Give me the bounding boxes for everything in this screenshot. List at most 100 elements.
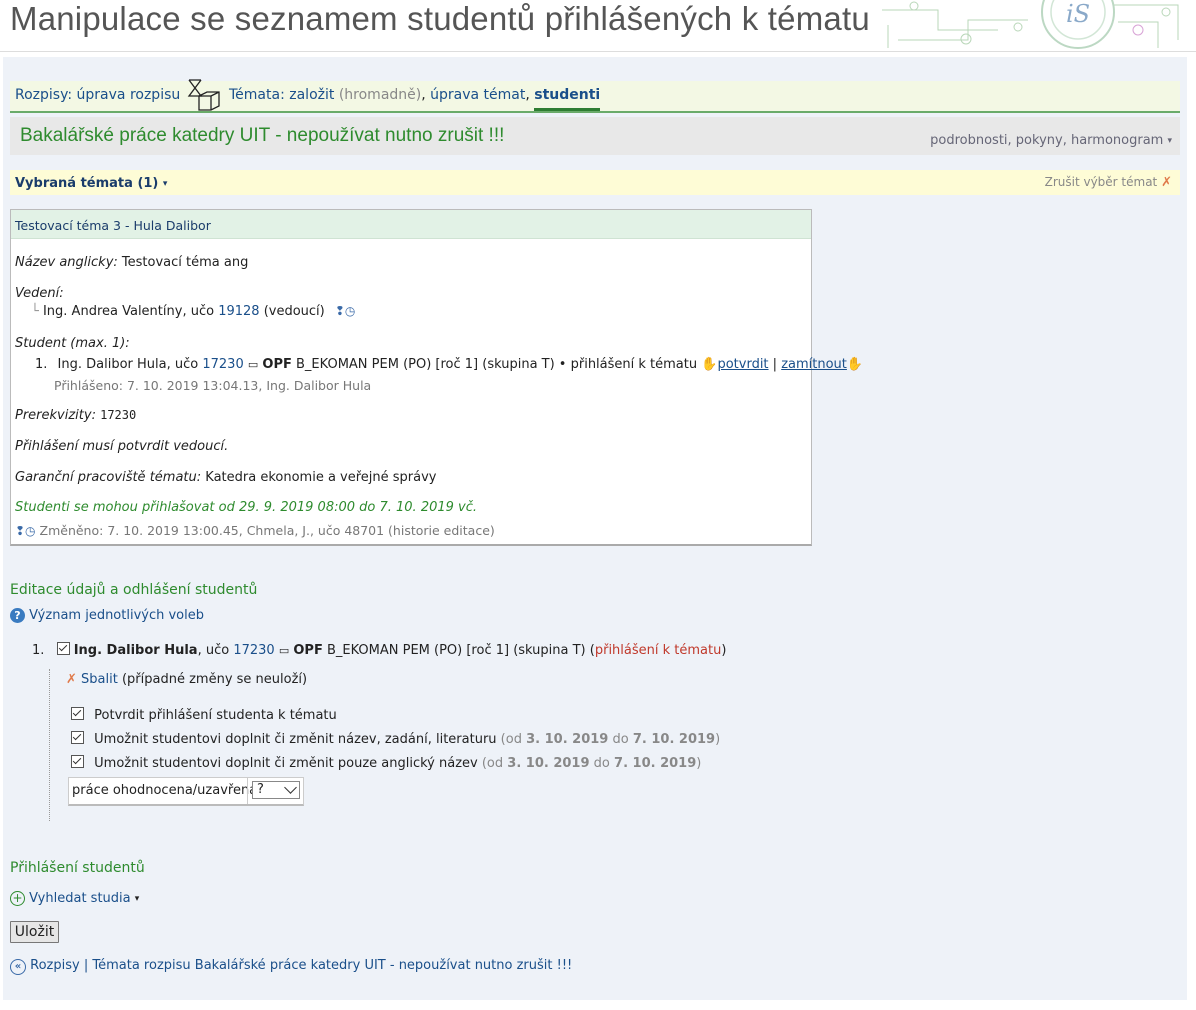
- nav-rozpisy: Rozpisy: úprava rozpisu: [15, 87, 180, 103]
- edit-student-name: Ing. Dalibor Hula: [73, 643, 198, 658]
- confirm-link[interactable]: potvrdit: [717, 357, 768, 372]
- do-label: do: [593, 756, 610, 771]
- search-studies-link[interactable]: Vyhledat studia: [29, 891, 130, 906]
- option-edit-all-label: Umožnit studentovi doplnit či změnit náz…: [94, 732, 497, 747]
- close-paren: ): [696, 756, 702, 771]
- logo[interactable]: iS: [1066, 0, 1090, 28]
- page-title: Manipulace se seznamem studentů přihláše…: [10, 0, 870, 37]
- footer-temata-link[interactable]: Témata rozpisu Bakalářské práce katedry …: [92, 958, 572, 973]
- pipe-sep: |: [772, 357, 778, 372]
- evaluated-label: práce ohodnocena/uzavřena: [72, 783, 258, 798]
- nav-uprava-temat-link[interactable]: úprava témat: [430, 87, 525, 103]
- search-studies-row[interactable]: + Vyhledat studia ▾: [10, 891, 139, 906]
- supervisor-role: (vedoucí): [263, 304, 325, 319]
- footer-pipe: |: [83, 958, 89, 973]
- card-icon[interactable]: ▭: [279, 644, 289, 657]
- date-from: 3. 10. 2019: [526, 732, 609, 747]
- history-icon[interactable]: ❢◷: [335, 304, 356, 318]
- nav-sep: ,: [421, 87, 426, 103]
- nav-sep: ,: [525, 87, 530, 103]
- save-button[interactable]: Uložit: [10, 921, 59, 943]
- supervisor-uco-link[interactable]: 19128: [218, 304, 259, 319]
- edit-student-row: 1. Ing. Dalibor Hula, učo 17230 ▭ OPF B_…: [32, 642, 726, 658]
- edit-section-heading: Editace údajů a odhlášení studentů: [10, 582, 258, 598]
- evaluated-value: ?: [257, 782, 264, 797]
- cancel-selection-link[interactable]: Zrušit výběr témat ✗: [1045, 175, 1172, 190]
- nav-hromadne-link[interactable]: (hromadně): [339, 87, 421, 103]
- back-double-icon: «: [10, 959, 26, 975]
- edit-options-guide: [49, 669, 50, 821]
- chevron-down-icon: [284, 781, 297, 794]
- login-section-heading: Přihlášení studentů: [10, 860, 145, 876]
- tab-studenti[interactable]: studenti: [534, 87, 601, 111]
- plus-circle-icon: +: [10, 891, 25, 906]
- nav-zalozit-link[interactable]: založit: [289, 87, 334, 103]
- collapse-x-icon: ✗: [66, 672, 77, 687]
- nav-uprava-rozpisu-link[interactable]: úprava rozpisu: [77, 87, 181, 103]
- caret-down-icon: ▾: [1167, 136, 1172, 146]
- edit-student-uco-link[interactable]: 17230: [233, 643, 274, 658]
- collapse-row: ✗ Sbalit (případné změny se neuloží): [66, 672, 307, 687]
- footer-nav: « Rozpisy | Témata rozpisu Bakalářské pr…: [10, 958, 572, 975]
- confirm-registration-checkbox[interactable]: [71, 707, 84, 720]
- nav-temata: Témata: založit (hromadně), úprava témat…: [229, 87, 601, 111]
- registration-status: přihlášení k tématu: [594, 643, 722, 658]
- prereq-row: Prerekvizity: 17230: [15, 408, 136, 423]
- student-checkbox[interactable]: [56, 642, 70, 655]
- edit-uco-label: , učo: [197, 643, 230, 658]
- nav-bar: Rozpisy: úprava rozpisu Témata: založit …: [10, 78, 1180, 113]
- option-edit-all-row: Umožnit studentovi doplnit či změnit náz…: [71, 731, 720, 747]
- cancel-selection-label: Zrušit výběr témat: [1044, 175, 1158, 189]
- selected-topics-label: Vybraná témata (1): [15, 176, 159, 191]
- changed-info: Změněno: 7. 10. 2019 13:00.45, Chmela, J…: [39, 523, 495, 538]
- name-en-label: Název anglicky:: [15, 255, 118, 270]
- must-confirm-note: Přihlášení musí potvrdit vedoucí.: [15, 439, 229, 454]
- allow-edit-all-checkbox[interactable]: [71, 731, 84, 744]
- edit-student-num: 1.: [32, 643, 45, 658]
- collapse-note: (případné změny se neuloží): [121, 672, 308, 687]
- student-label: Student (max. 1):: [15, 336, 130, 351]
- thumb-down-icon: ✋: [846, 357, 864, 372]
- date-to: 7. 10. 2019: [614, 756, 697, 771]
- cell-divider: [247, 778, 248, 804]
- edit-student-faculty: OPF: [293, 643, 323, 658]
- od-label: (od: [481, 756, 504, 771]
- student-uco-link[interactable]: 17230: [202, 357, 243, 372]
- caret-down-icon: ▾: [162, 179, 168, 189]
- student-faculty: OPF: [262, 357, 292, 372]
- schedule-title-bar: Bakalářské práce katedry UIT - nepoužíva…: [10, 117, 1180, 155]
- supervision-label: Vedení:: [15, 286, 64, 301]
- do-label: do: [612, 732, 629, 747]
- reject-link[interactable]: zamítnout: [781, 357, 847, 372]
- guarantor-label: Garanční pracoviště tématu:: [15, 470, 202, 485]
- student-name: Ing. Dalibor Hula, učo: [57, 357, 199, 372]
- prereq-label: Prerekvizity:: [15, 408, 96, 423]
- option-confirm-row: Potvrdit přihlášení studenta k tématu: [71, 707, 337, 723]
- edit-student-program: B_EKOMAN PEM (PO) [roč 1] (skupina T) (: [326, 643, 595, 658]
- collapse-link[interactable]: Sbalit: [81, 672, 118, 687]
- schedule-links-dropdown[interactable]: podrobnosti, pokyny, harmonogram ▾: [930, 133, 1172, 148]
- option-confirm-label: Potvrdit přihlášení studenta k tématu: [94, 708, 337, 723]
- close-paren: ): [715, 732, 721, 747]
- cancel-x-icon: ✗: [1161, 175, 1172, 190]
- selected-topics-bar: Vybraná témata (1) ▾ Zrušit výběr témat …: [10, 170, 1180, 195]
- name-en-value: Testovací téma ang: [121, 255, 249, 270]
- selected-topics-dropdown[interactable]: Vybraná témata (1) ▾: [15, 176, 167, 191]
- schedule-links-label: podrobnosti, pokyny, harmonogram: [930, 133, 1164, 148]
- boxes-icon: [185, 78, 223, 112]
- footer-rozpisy-link[interactable]: Rozpisy: [30, 958, 80, 973]
- header-divider: [0, 51, 1196, 52]
- meaning-link[interactable]: Význam jednotlivých voleb: [29, 608, 204, 623]
- option-edit-en-label: Umožnit studentovi doplnit či změnit pou…: [94, 756, 478, 771]
- evaluated-select[interactable]: ?: [252, 781, 300, 799]
- caret-down-icon: ▾: [134, 894, 140, 904]
- guarantor-value: Katedra ekonomie a veřejné správy: [205, 470, 437, 485]
- meaning-row: ? Význam jednotlivých voleb: [10, 608, 204, 623]
- date-from: 3. 10. 2019: [507, 756, 590, 771]
- allow-edit-en-checkbox[interactable]: [71, 755, 84, 768]
- changed-row: ❢◷ Změněno: 7. 10. 2019 13:00.45, Chmela…: [15, 523, 495, 538]
- registration-window: Studenti se mohou přihlašovat od 29. 9. …: [15, 500, 478, 515]
- card-icon[interactable]: ▭: [248, 358, 258, 371]
- topic-title: Testovací téma 3 - Hula Dalibor: [15, 218, 211, 233]
- history-icon[interactable]: ❢◷: [15, 524, 36, 538]
